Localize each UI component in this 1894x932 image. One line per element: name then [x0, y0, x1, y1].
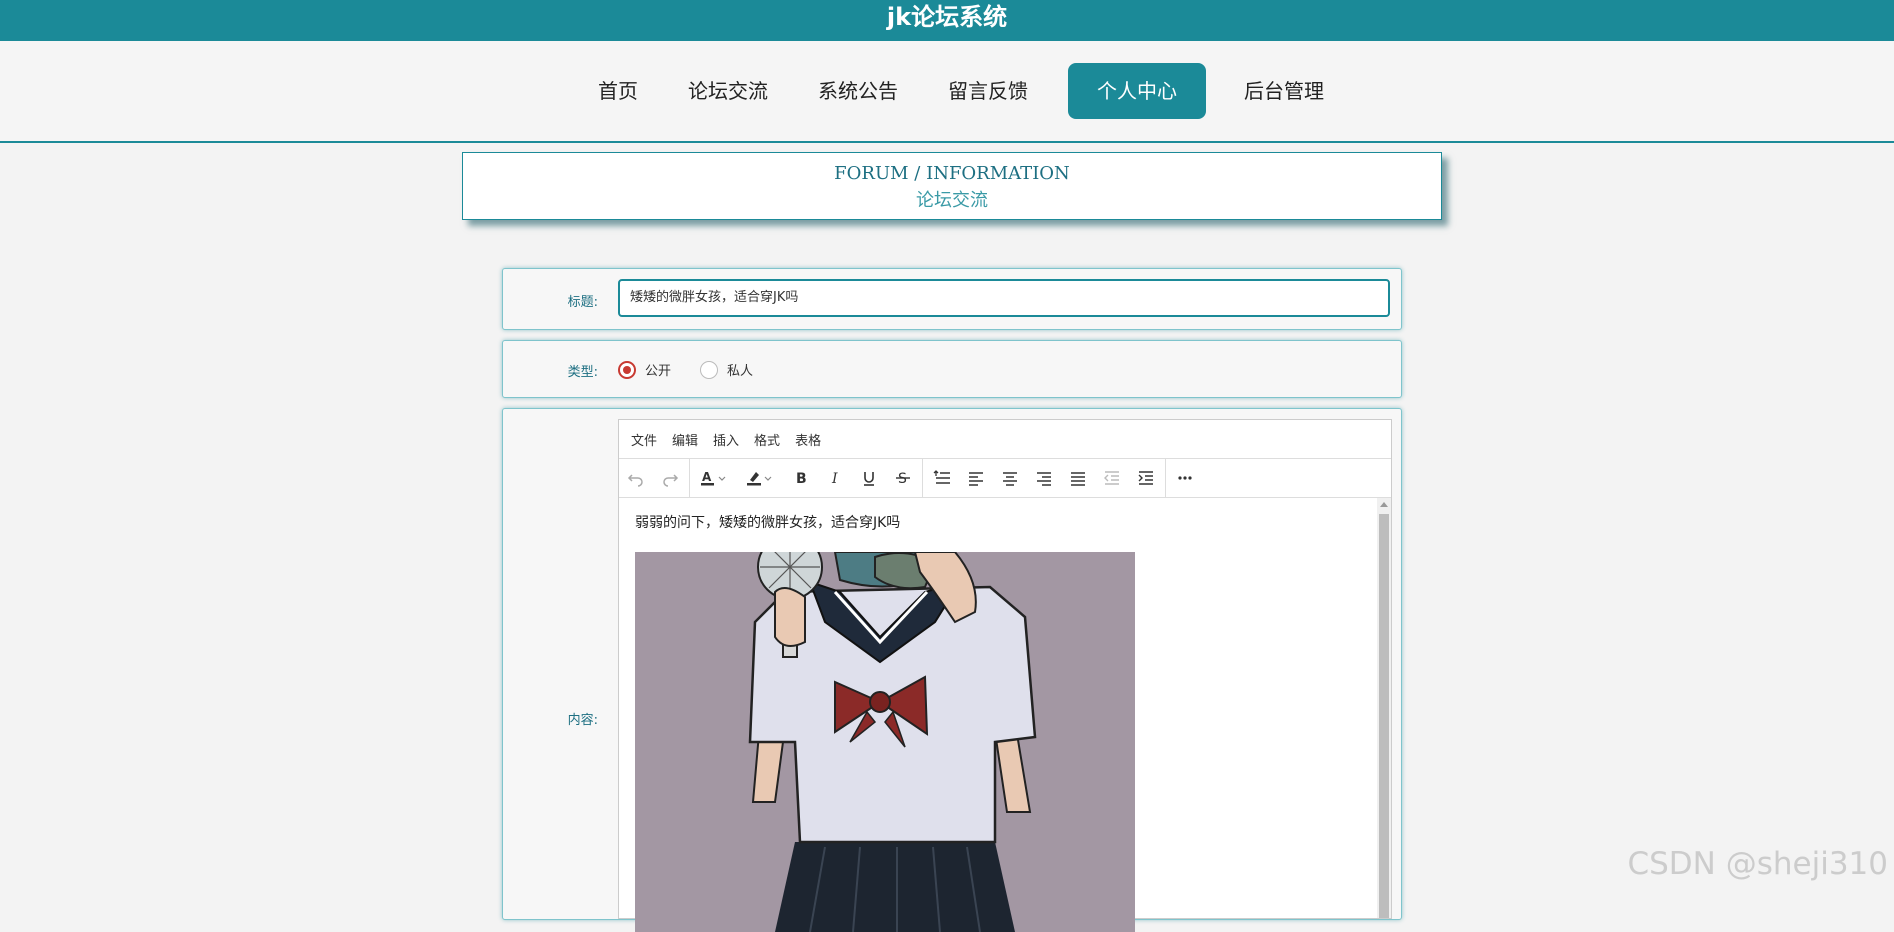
- editor-scrollbar[interactable]: [1377, 498, 1391, 918]
- type-label: 类型:: [567, 365, 598, 380]
- align-left-icon[interactable]: [959, 459, 993, 497]
- svg-text:B: B: [796, 471, 807, 487]
- more-icon[interactable]: [1168, 459, 1202, 497]
- italic-icon[interactable]: I: [818, 459, 852, 497]
- line-height-icon[interactable]: [925, 459, 959, 497]
- indent-icon[interactable]: [1129, 459, 1163, 497]
- menu-edit[interactable]: 编辑: [672, 430, 698, 449]
- embedded-image[interactable]: [635, 552, 1135, 932]
- menu-file[interactable]: 文件: [631, 430, 657, 449]
- justify-icon[interactable]: [1061, 459, 1095, 497]
- undo-icon[interactable]: [619, 459, 653, 497]
- menu-format[interactable]: 格式: [754, 430, 780, 449]
- type-row: 类型: 公开 私人: [502, 340, 1402, 398]
- editor-paragraph: 弱弱的问下，矮矮的微胖女孩，适合穿JK吗: [635, 515, 901, 531]
- main-nav: 首页 论坛交流 系统公告 留言反馈 个人中心 后台管理: [0, 41, 1894, 143]
- nav-item-feedback[interactable]: 留言反馈: [930, 63, 1046, 119]
- app-title: jk论坛系统: [886, 3, 1008, 31]
- toolbar-divider: [1165, 459, 1166, 497]
- svg-text:S: S: [898, 471, 907, 487]
- nav-items: 首页 论坛交流 系统公告 留言反馈 个人中心 后台管理: [580, 63, 1356, 119]
- svg-text:A: A: [702, 470, 712, 484]
- type-option-public: 公开: [645, 364, 672, 379]
- toolbar-divider: [922, 459, 923, 497]
- content-row: 内容: 文件 编辑 插入 格式 表格 A B I S 弱弱的问下，矮矮的微胖女孩…: [502, 408, 1402, 932]
- section-header: FORUM / INFORMATION 论坛交流: [462, 152, 1442, 220]
- radio-unchecked-icon: [700, 360, 718, 379]
- nav-item-admin[interactable]: 后台管理: [1226, 63, 1342, 119]
- section-title-cn: 论坛交流: [916, 190, 988, 211]
- editor-toolbar: A B I S: [619, 459, 1391, 498]
- nav-item-profile[interactable]: 个人中心: [1068, 63, 1206, 119]
- title-row: 标题: 矮矮的微胖女孩，适合穿JK吗: [502, 268, 1402, 330]
- redo-icon[interactable]: [653, 459, 687, 497]
- menu-insert[interactable]: 插入: [713, 430, 739, 449]
- strikethrough-icon[interactable]: S: [886, 459, 920, 497]
- toolbar-divider: [689, 459, 690, 497]
- app-header: jk论坛系统: [0, 0, 1894, 41]
- section-title-en: FORUM / INFORMATION: [834, 163, 1070, 184]
- nav-item-announcements[interactable]: 系统公告: [800, 63, 916, 119]
- bold-icon[interactable]: B: [784, 459, 818, 497]
- rich-text-editor: 文件 编辑 插入 格式 表格 A B I S 弱弱的问下，矮矮的微胖女孩，适合穿…: [618, 419, 1392, 932]
- content-label: 内容:: [567, 713, 598, 728]
- outdent-icon[interactable]: [1095, 459, 1129, 497]
- watermark: CSDN @sheji310: [1627, 846, 1888, 882]
- title-label: 标题:: [567, 295, 598, 310]
- underline-icon[interactable]: [852, 459, 886, 497]
- type-radio-private[interactable]: 私人: [700, 360, 753, 379]
- menu-table[interactable]: 表格: [795, 430, 821, 449]
- editor-menubar: 文件 编辑 插入 格式 表格: [619, 420, 1391, 459]
- svg-text:I: I: [831, 471, 838, 487]
- text-color-icon[interactable]: A: [692, 459, 736, 497]
- radio-checked-icon: [618, 360, 636, 379]
- highlight-icon[interactable]: [736, 459, 784, 497]
- align-right-icon[interactable]: [1027, 459, 1061, 497]
- nav-item-forum[interactable]: 论坛交流: [670, 63, 786, 119]
- jk-uniform-illustration: [635, 552, 1135, 932]
- align-center-icon[interactable]: [993, 459, 1027, 497]
- nav-item-home[interactable]: 首页: [580, 63, 656, 119]
- type-option-private: 私人: [727, 364, 754, 379]
- type-radio-public[interactable]: 公开: [618, 360, 671, 379]
- title-input[interactable]: 矮矮的微胖女孩，适合穿JK吗: [618, 279, 1390, 317]
- editor-content[interactable]: 弱弱的问下，矮矮的微胖女孩，适合穿JK吗: [619, 498, 1391, 932]
- scrollbar-thumb[interactable]: [1379, 514, 1389, 918]
- scroll-up-icon[interactable]: [1380, 502, 1388, 507]
